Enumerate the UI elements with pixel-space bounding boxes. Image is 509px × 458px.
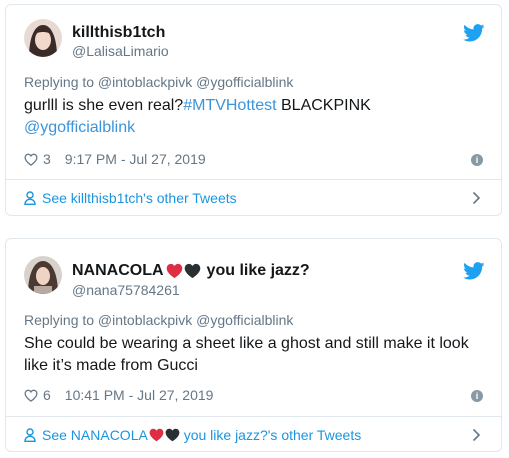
display-name-text: NANACOLA [72, 262, 164, 279]
chevron-right-icon[interactable] [472, 191, 481, 205]
tweet-meta: 6 10:41 PM - Jul 27, 2019 [24, 387, 213, 403]
display-name[interactable]: killthisb1tch [72, 24, 165, 42]
tweet-text-line: like it’s made from Gucci [24, 357, 198, 374]
user-handle[interactable]: @LalisaLimario [72, 43, 169, 59]
tweet-text: She could be wearing a sheet like a ghos… [24, 333, 487, 377]
twitter-bird-icon[interactable] [463, 24, 485, 42]
heart-icon[interactable] [24, 389, 38, 402]
person-icon [24, 428, 36, 442]
tweet-card: NANACOLA you like jazz? @nana75784261 Re… [5, 238, 502, 452]
avatar[interactable] [24, 19, 62, 57]
tweet-text-line: She could be wearing a sheet like a ghos… [24, 335, 469, 352]
tweet-meta: 3 9:17 PM - Jul 27, 2019 [24, 151, 206, 167]
display-name-text: you like jazz? [206, 262, 310, 279]
black-heart-icon [184, 263, 200, 279]
tweet-text: gurlll is she even real?#MTVHottest BLAC… [24, 95, 487, 139]
red-heart-icon [149, 428, 164, 442]
other-tweets-link[interactable]: See NANACOLA you like jazz?'s other Twee… [6, 417, 501, 453]
red-heart-icon [166, 263, 182, 279]
like-count[interactable]: 6 [43, 387, 51, 403]
chevron-right-icon[interactable] [472, 428, 481, 442]
heart-icon[interactable] [24, 153, 38, 166]
twitter-bird-icon[interactable] [463, 262, 485, 280]
hashtag-link[interactable]: #MTVHottest [183, 97, 276, 114]
timestamp[interactable]: 9:17 PM - Jul 27, 2019 [65, 151, 206, 167]
info-icon[interactable]: i [471, 154, 483, 166]
display-name[interactable]: NANACOLA you like jazz? [72, 262, 310, 280]
other-tweets-label-part: See NANACOLA [42, 427, 148, 443]
other-tweets-label-part: you like jazz?'s other Tweets [179, 427, 362, 443]
like-count[interactable]: 3 [43, 151, 51, 167]
info-icon[interactable]: i [471, 390, 483, 402]
mention-link[interactable]: @ygofficialblink [24, 119, 135, 136]
tweet-text-part: gurlll is she even real? [24, 97, 184, 114]
other-tweets-label[interactable]: See killthisb1tch's other Tweets [42, 190, 237, 206]
timestamp[interactable]: 10:41 PM - Jul 27, 2019 [65, 387, 214, 403]
other-tweets-label[interactable]: See NANACOLA you like jazz?'s other Twee… [42, 427, 361, 443]
black-heart-icon [165, 428, 180, 442]
tweet-card: killthisb1tch @LalisaLimario Replying to… [5, 4, 502, 216]
tweet-text-part: BLACKPINK [276, 97, 371, 114]
avatar[interactable] [24, 256, 62, 294]
other-tweets-link[interactable]: See killthisb1tch's other Tweets [6, 180, 501, 216]
replying-to[interactable]: Replying to @intoblackpivk @ygofficialbl… [24, 312, 293, 328]
replying-to[interactable]: Replying to @intoblackpivk @ygofficialbl… [24, 74, 293, 90]
person-icon [24, 191, 36, 205]
user-handle[interactable]: @nana75784261 [72, 282, 180, 298]
